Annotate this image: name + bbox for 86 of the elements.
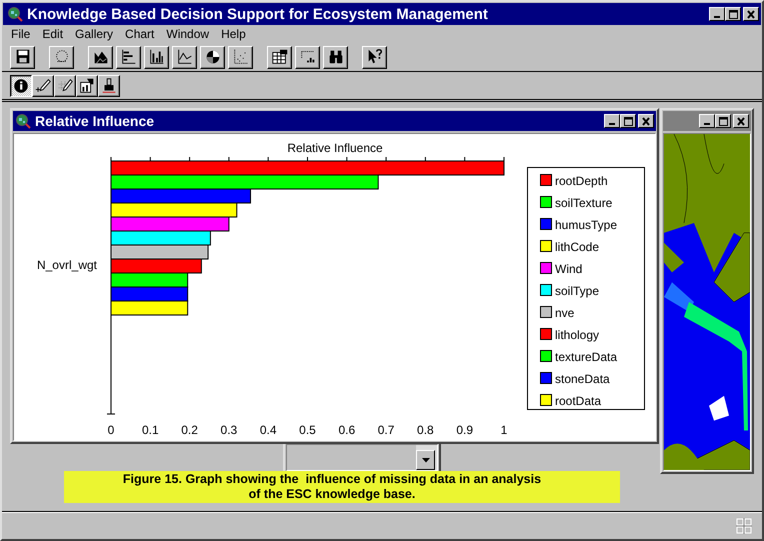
legend-label: Wind xyxy=(555,262,582,276)
horizontal-bar-chart-icon xyxy=(120,48,138,66)
tick-label: 0 xyxy=(108,423,114,437)
paint-brush-button[interactable] xyxy=(98,74,120,96)
tick-label: 0.8 xyxy=(417,423,434,437)
maximize-button[interactable] xyxy=(620,114,636,128)
legend-label: humusType xyxy=(555,218,618,232)
legend-label: nve xyxy=(555,306,574,320)
dotted-grid-button[interactable] xyxy=(295,46,320,68)
dotted-circle-button[interactable] xyxy=(49,46,74,68)
horizontal-bar-chart-button[interactable] xyxy=(116,46,141,68)
binoculars-button[interactable] xyxy=(323,46,348,68)
minimize-button[interactable] xyxy=(604,114,620,128)
line-chart-button[interactable] xyxy=(172,46,197,68)
maximize-icon xyxy=(728,10,738,18)
info-icon xyxy=(12,76,30,94)
pie-chart-icon xyxy=(204,48,222,66)
minimize-icon xyxy=(704,123,710,125)
legend-label: stoneData xyxy=(555,372,610,386)
vertical-bar-chart-icon xyxy=(148,48,166,66)
pencil-plus-icon xyxy=(34,76,52,94)
window-title: Knowledge Based Decision Support for Ecosystem Management xyxy=(27,6,489,22)
minimize-button[interactable] xyxy=(699,114,715,128)
scatter-chart-button[interactable] xyxy=(228,46,253,68)
tick-label: 0.1 xyxy=(142,423,159,437)
chart-title: Relative Influence xyxy=(287,141,383,155)
binoculars-icon xyxy=(326,48,344,66)
close-icon xyxy=(642,116,650,126)
table-icon xyxy=(270,48,288,66)
tick-label: 0.3 xyxy=(220,423,238,437)
tick-label: 0.2 xyxy=(181,423,198,437)
menu-item[interactable]: Chart xyxy=(119,27,160,41)
legend-label: lithology xyxy=(555,328,600,342)
close-button[interactable] xyxy=(733,114,749,128)
paint-brush-icon xyxy=(100,76,118,94)
menu-item[interactable]: Window xyxy=(160,27,216,41)
figure-caption: Figure 15. Graph showing the influence of missing data in an analysis of the ESC knowledge base. xyxy=(64,471,620,503)
close-icon xyxy=(747,10,755,18)
minimize-icon xyxy=(714,16,720,18)
table-button[interactable] xyxy=(267,46,292,68)
chart-export-button[interactable] xyxy=(76,74,98,96)
legend-label: rootDepth xyxy=(555,174,608,188)
menu-item[interactable]: Edit xyxy=(36,27,70,41)
scatter-chart-icon xyxy=(232,48,250,66)
close-icon xyxy=(737,116,745,126)
close-button[interactable] xyxy=(743,7,759,21)
globe-magnifier-icon xyxy=(15,113,31,129)
minimize-button[interactable] xyxy=(709,7,725,21)
menu-item[interactable]: Gallery xyxy=(69,27,120,41)
maximize-button[interactable] xyxy=(715,114,731,128)
tick-label: 0.9 xyxy=(456,423,474,437)
pie-chart-button[interactable] xyxy=(200,46,225,68)
pencil-plus-button[interactable] xyxy=(32,74,54,96)
tick-label: 0.6 xyxy=(338,423,356,437)
tick-label: 0.4 xyxy=(260,423,277,437)
legend-label: textureData xyxy=(555,350,618,364)
legend-label: lithCode xyxy=(555,240,600,254)
chart-export-icon xyxy=(78,76,96,94)
maximize-button[interactable] xyxy=(725,7,741,21)
legend-label: soilTexture xyxy=(555,196,612,210)
pointer-question-icon xyxy=(366,48,384,66)
pointer-question-button[interactable] xyxy=(362,46,387,68)
tick-label: 0.7 xyxy=(378,423,394,437)
floppy-disk-button[interactable] xyxy=(10,46,35,68)
pencil-grid-button[interactable] xyxy=(54,74,76,96)
y-axis-label: N_ovrl_wgt xyxy=(36,258,97,272)
scroll-down-button[interactable] xyxy=(416,450,435,470)
window-title: Relative Influence xyxy=(35,113,154,129)
globe-magnifier-icon xyxy=(7,6,23,22)
area-chart-button[interactable] xyxy=(88,46,113,68)
tick-label: 0.5 xyxy=(299,423,316,437)
resize-grip-icon[interactable] xyxy=(736,518,752,534)
maximize-icon xyxy=(624,116,632,126)
menu-item[interactable]: File xyxy=(5,27,36,41)
menu-item[interactable]: Help xyxy=(215,27,252,41)
line-chart-icon xyxy=(176,48,194,66)
scroll-bar[interactable] xyxy=(416,445,437,470)
down-arrow-icon xyxy=(422,458,430,462)
legend-label: rootData xyxy=(555,394,602,408)
close-button[interactable] xyxy=(638,114,654,128)
maximize-icon xyxy=(718,116,728,126)
tick-label: 1 xyxy=(500,423,508,437)
legend-label: soilType xyxy=(555,284,600,298)
info-button[interactable] xyxy=(10,74,32,96)
vertical-bar-chart-button[interactable] xyxy=(144,46,169,68)
minimize-icon xyxy=(609,123,615,125)
